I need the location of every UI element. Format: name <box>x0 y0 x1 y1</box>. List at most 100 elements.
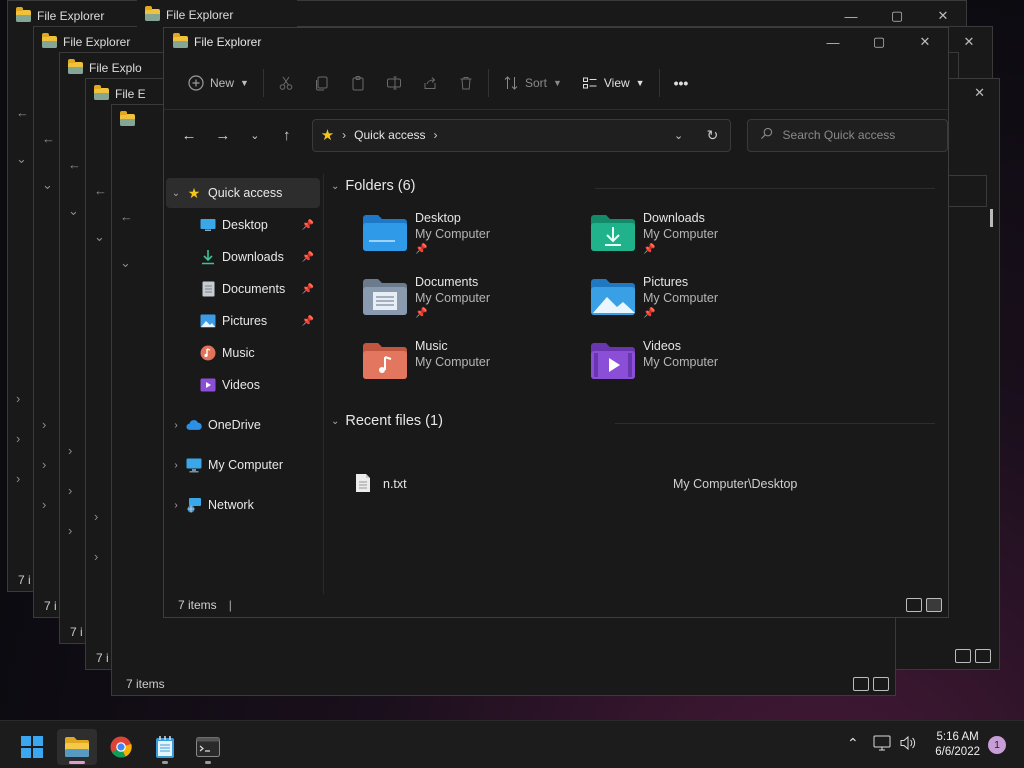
chevron-down-icon[interactable]: ⌄ <box>94 229 105 245</box>
volume-icon[interactable] <box>899 735 917 754</box>
sidebar-item-network[interactable]: › Network <box>166 490 320 520</box>
folder-icon <box>42 33 57 48</box>
pin-icon: 📌 <box>301 283 314 295</box>
chevron-right-icon[interactable]: › <box>166 460 186 471</box>
details-view-button[interactable] <box>906 598 922 612</box>
content-pane[interactable]: ⌄ Folders (6) Desktop My Computer 📌 Down… <box>325 174 948 594</box>
new-label: New <box>210 75 235 90</box>
back-arrow-icon[interactable]: ← <box>42 131 55 146</box>
share-button[interactable] <box>412 66 448 100</box>
address-dropdown-button[interactable]: ⌄ <box>662 129 696 142</box>
sidebar-item-pictures[interactable]: Pictures 📌 <box>166 306 320 336</box>
recent-file-row[interactable]: n.txt My Computer\Desktop <box>355 471 915 497</box>
delete-button[interactable] <box>448 66 484 100</box>
sidebar-item-documents[interactable]: Documents 📌 <box>166 274 320 304</box>
view-list-icon <box>582 75 598 91</box>
sort-button[interactable]: Sort ▼ <box>493 66 572 100</box>
folder-location: My Computer <box>415 355 491 369</box>
chevron-right-icon[interactable]: › <box>42 457 46 472</box>
folder-tile-music[interactable]: Music My Computer <box>361 338 581 394</box>
chevron-right-icon[interactable]: › <box>16 391 20 406</box>
network-status-icon[interactable] <box>873 735 891 754</box>
view-toggle[interactable] <box>853 677 889 691</box>
start-button[interactable] <box>12 729 52 765</box>
taskbar-file-explorer[interactable] <box>57 729 97 765</box>
sidebar-item-music[interactable]: Music <box>166 338 320 368</box>
up-button[interactable]: ↑ <box>272 120 302 150</box>
forward-button[interactable]: → <box>208 120 238 150</box>
taskbar-notepad[interactable] <box>145 729 185 765</box>
back-arrow-icon[interactable]: ← <box>68 157 81 172</box>
sidebar-item-downloads[interactable]: Downloads 📌 <box>166 242 320 272</box>
rename-button[interactable] <box>376 66 412 100</box>
folder-tile-pictures[interactable]: Pictures My Computer 📌 <box>589 274 809 330</box>
chevron-right-icon[interactable]: › <box>94 549 98 564</box>
chevron-right-icon[interactable]: › <box>68 523 72 538</box>
taskbar-chrome[interactable] <box>101 729 141 765</box>
sidebar-item-desktop[interactable]: Desktop 📌 <box>166 210 320 240</box>
notepad-icon <box>156 736 174 758</box>
chevron-right-icon[interactable]: › <box>42 497 46 512</box>
chevron-right-icon[interactable]: › <box>42 417 46 432</box>
music-icon <box>200 345 216 361</box>
folder-tile-downloads[interactable]: Downloads My Computer 📌 <box>589 210 809 266</box>
file-explorer-window[interactable]: File Explorer — ▢ ✕ New ▼ Sort ▼ View ▼ … <box>163 27 949 618</box>
back-arrow-icon[interactable]: ← <box>94 183 107 198</box>
computer-icon <box>186 457 202 473</box>
folder-location: My Computer <box>643 355 719 369</box>
chevron-down-icon[interactable]: ⌄ <box>16 151 27 167</box>
chevron-down-icon[interactable]: ⌄ <box>120 255 131 271</box>
refresh-button[interactable]: ↻ <box>696 127 730 144</box>
windows-logo-icon <box>21 736 43 758</box>
folder-tile-desktop[interactable]: Desktop My Computer 📌 <box>361 210 581 266</box>
more-options-button[interactable]: ••• <box>664 66 699 100</box>
address-bar[interactable]: ★ › Quick access › ⌄ ↻ <box>311 118 731 152</box>
close-button[interactable]: ✕ <box>974 85 985 101</box>
chevron-right-icon[interactable]: › <box>16 431 20 446</box>
recent-locations-button[interactable]: ⌄ <box>242 120 268 150</box>
tiles-view-button[interactable] <box>926 598 942 612</box>
folder-tile-documents[interactable]: Documents My Computer 📌 <box>361 274 581 330</box>
notification-badge[interactable]: 1 <box>988 736 1006 754</box>
chevron-right-icon[interactable]: › <box>166 420 186 431</box>
chevron-right-icon[interactable]: › <box>166 500 186 511</box>
back-arrow-icon[interactable]: ← <box>16 105 29 120</box>
taskbar-terminal[interactable] <box>188 729 228 765</box>
clock-time: 5:16 AM <box>936 731 979 743</box>
minimize-button[interactable]: — <box>810 28 856 56</box>
search-box[interactable]: Search Quick access <box>746 118 949 152</box>
clock[interactable]: 5:16 AM 6/6/2022 <box>935 730 980 760</box>
sidebar-item-quick-access[interactable]: ⌄ ★ Quick access <box>166 178 320 208</box>
chevron-right-icon[interactable]: › <box>68 483 72 498</box>
chevron-right-icon[interactable]: › <box>94 509 98 524</box>
sidebar-item-videos[interactable]: Videos <box>166 370 320 400</box>
back-arrow-icon[interactable]: ← <box>120 209 133 224</box>
chevron-down-icon[interactable]: ⌄ <box>68 203 79 219</box>
toolbar-divider <box>487 68 489 97</box>
chevron-right-icon[interactable]: › <box>68 443 72 458</box>
cut-button[interactable] <box>268 66 304 100</box>
close-button[interactable]: ✕ <box>902 28 948 56</box>
sidebar-item-onedrive[interactable]: › OneDrive <box>166 410 320 440</box>
maximize-button[interactable]: ▢ <box>856 28 902 56</box>
paste-button[interactable] <box>340 66 376 100</box>
show-hidden-icons-button[interactable]: ⌃ <box>847 735 859 752</box>
folder-name: Desktop <box>415 211 461 225</box>
title-bar[interactable]: File Explorer — ▢ ✕ <box>164 28 948 56</box>
folder-tile-videos[interactable]: Videos My Computer <box>589 338 809 394</box>
scrollbar[interactable] <box>990 209 993 227</box>
breadcrumb-quick-access[interactable]: Quick access <box>354 128 425 142</box>
copy-button[interactable] <box>304 66 340 100</box>
view-button[interactable]: View ▼ <box>572 66 655 100</box>
chevron-down-icon[interactable]: ⌄ <box>42 177 53 193</box>
chevron-right-icon[interactable]: › <box>16 471 20 486</box>
new-button[interactable]: New ▼ <box>178 66 259 100</box>
sidebar-item-my-computer[interactable]: › My Computer <box>166 450 320 480</box>
back-button[interactable]: ← <box>174 120 204 150</box>
recent-files-group-header[interactable]: ⌄ Recent files (1) <box>331 413 443 429</box>
folders-group-header[interactable]: ⌄ Folders (6) <box>331 178 416 194</box>
chevron-down-icon[interactable]: ⌄ <box>166 188 186 199</box>
view-toggle[interactable] <box>955 649 991 663</box>
pin-icon: 📌 <box>415 308 428 319</box>
folder-name: Music <box>415 339 448 353</box>
